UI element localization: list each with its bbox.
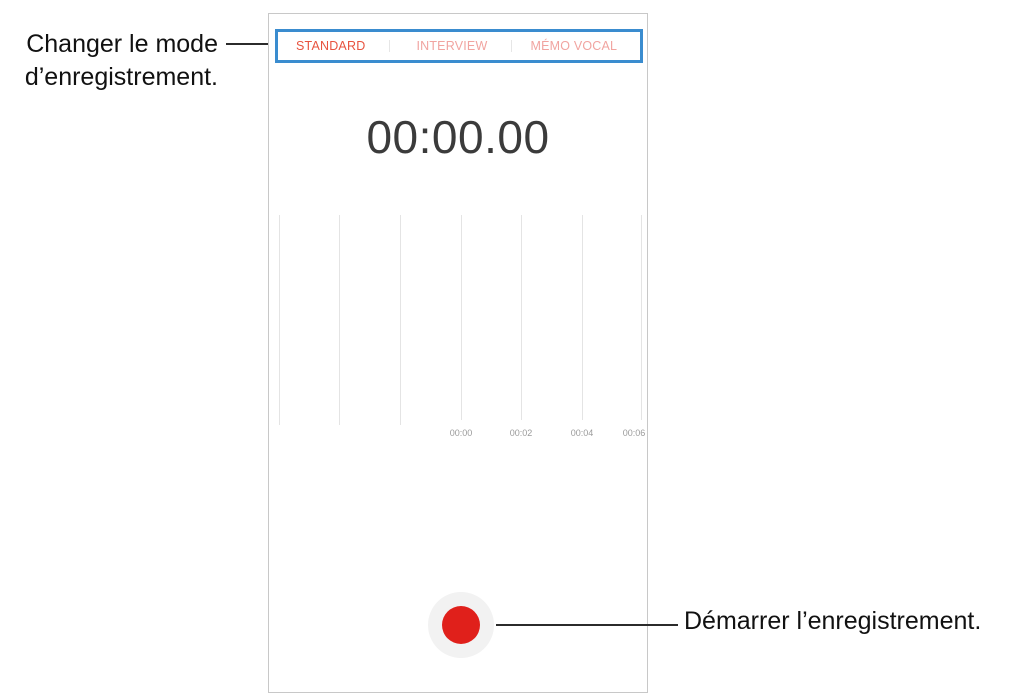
timeline-tick-label: 00:02 [509, 428, 533, 438]
tab-interview[interactable]: INTERVIEW [412, 39, 491, 53]
tab-standard[interactable]: STANDARD [292, 39, 369, 53]
start-recording-callout-line [496, 624, 678, 626]
record-button[interactable] [428, 592, 494, 658]
recording-mode-tabs: STANDARD INTERVIEW MÉMO VOCAL [275, 29, 643, 63]
recording-timer: 00:00.00 [366, 111, 550, 163]
timeline-gridline [279, 215, 280, 425]
start-recording-callout: Démarrer l’enregistrement. [684, 607, 982, 635]
timeline-gridline [461, 215, 462, 420]
tab-voice-memo[interactable]: MÉMO VOCAL [526, 39, 621, 53]
timeline-gridline [521, 215, 522, 420]
timeline-tick-label: 00:04 [570, 428, 594, 438]
timeline-tick-label: 00:06 [622, 428, 646, 438]
timeline-gridline [339, 215, 340, 425]
timeline-gridline [400, 215, 401, 425]
record-dot-icon [442, 606, 480, 644]
timeline-gridline [641, 215, 642, 420]
mode-change-callout-line2: d’enregistrement. [24, 63, 218, 91]
timeline-gridline [582, 215, 583, 420]
tab-separator [389, 40, 391, 52]
mode-change-callout-line1: Changer le mode [26, 30, 218, 58]
tab-separator [511, 40, 513, 52]
timeline-tick-label: 00:00 [449, 428, 473, 438]
mode-change-callout: Changer le mode d’enregistrement. [0, 28, 218, 94]
